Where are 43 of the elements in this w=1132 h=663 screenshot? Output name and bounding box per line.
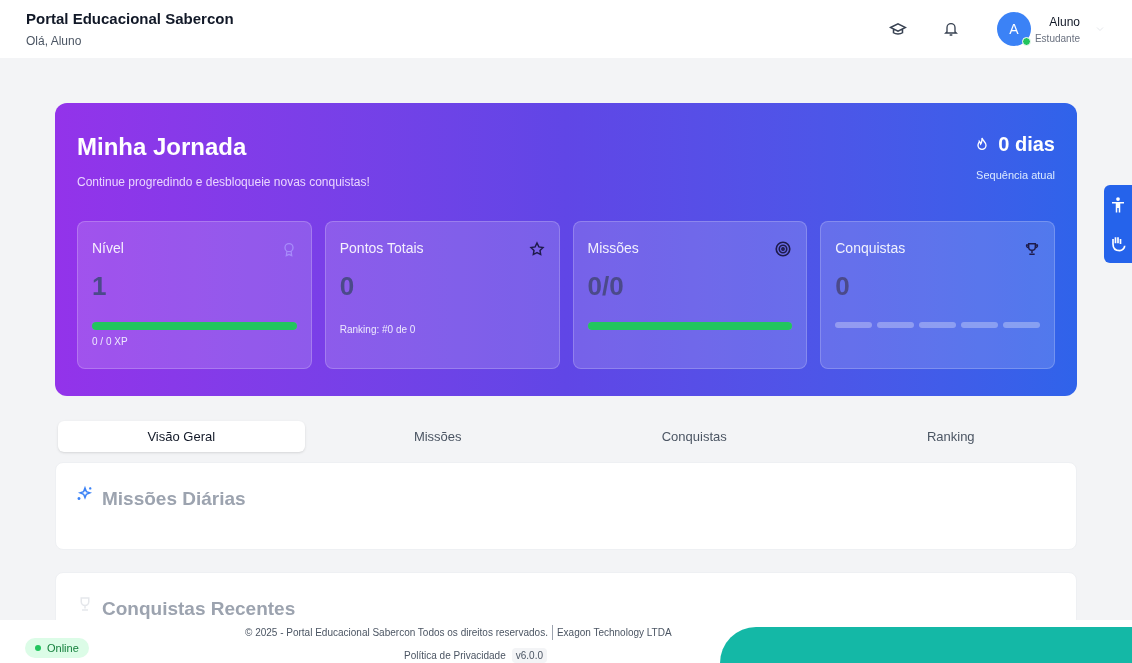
trophy-icon	[1024, 240, 1040, 257]
tab[interactable]: Visão Geral	[58, 421, 305, 452]
company-link[interactable]: Exagon Technology LTDA	[551, 625, 672, 640]
progress-segment	[919, 322, 957, 328]
section-title: Missões Diárias	[102, 487, 246, 511]
progress-segment	[961, 322, 999, 328]
greeting: Olá, Aluno	[26, 33, 83, 51]
stat-label: Missões	[587, 239, 639, 258]
banner-title: Minha Jornada	[77, 132, 248, 162]
user-role: Estudante	[1034, 31, 1080, 46]
notification-bell-icon[interactable]	[942, 21, 959, 37]
app-title: Portal Educacional Sabercon	[26, 8, 235, 29]
progress-segment	[835, 322, 873, 328]
tab[interactable]: Ranking	[827, 421, 1074, 452]
progress-segment	[1003, 322, 1040, 328]
stat-value: 0/0	[587, 270, 625, 303]
status-badge: Online	[25, 638, 89, 658]
user-name: Aluno	[1048, 13, 1080, 31]
privacy-link[interactable]: Política de Privacidade	[404, 648, 506, 663]
stat-value: 0	[339, 270, 356, 303]
tab[interactable]: Conquistas	[571, 421, 818, 452]
tab[interactable]: Missões	[314, 421, 561, 452]
accessibility-widget[interactable]	[1104, 185, 1132, 263]
stat-caption: 0 / 0 XP	[92, 335, 129, 349]
person-icon[interactable]	[1109, 194, 1127, 216]
stat-label: Conquistas	[835, 239, 906, 258]
banner-subtitle: Continue progredindo e desbloqueie novas conquistas!	[77, 174, 370, 191]
stat-caption: Ranking: #0 de 0	[339, 323, 417, 337]
user-avatar[interactable]: A	[996, 12, 1031, 46]
star-icon	[528, 240, 545, 257]
stat-value: 0	[835, 270, 851, 303]
stat-label: Nível	[92, 239, 124, 258]
stat-label: Pontos Totais	[339, 239, 424, 258]
copyright-text: © 2025 - Portal Educacional Sabercon Todos os direitos reservados.	[245, 626, 548, 640]
sparkles-icon	[76, 485, 94, 503]
section-title: Conquistas Recentes	[102, 597, 296, 621]
streak-count: 0 dias	[998, 132, 1055, 157]
target-icon	[774, 239, 793, 258]
stat-value: 1	[92, 270, 108, 303]
streak-label: Sequência atual	[975, 168, 1055, 183]
graduation-cap-icon[interactable]	[888, 20, 907, 38]
progress-segment	[877, 322, 915, 328]
version-badge: v6.0.0	[511, 648, 547, 663]
